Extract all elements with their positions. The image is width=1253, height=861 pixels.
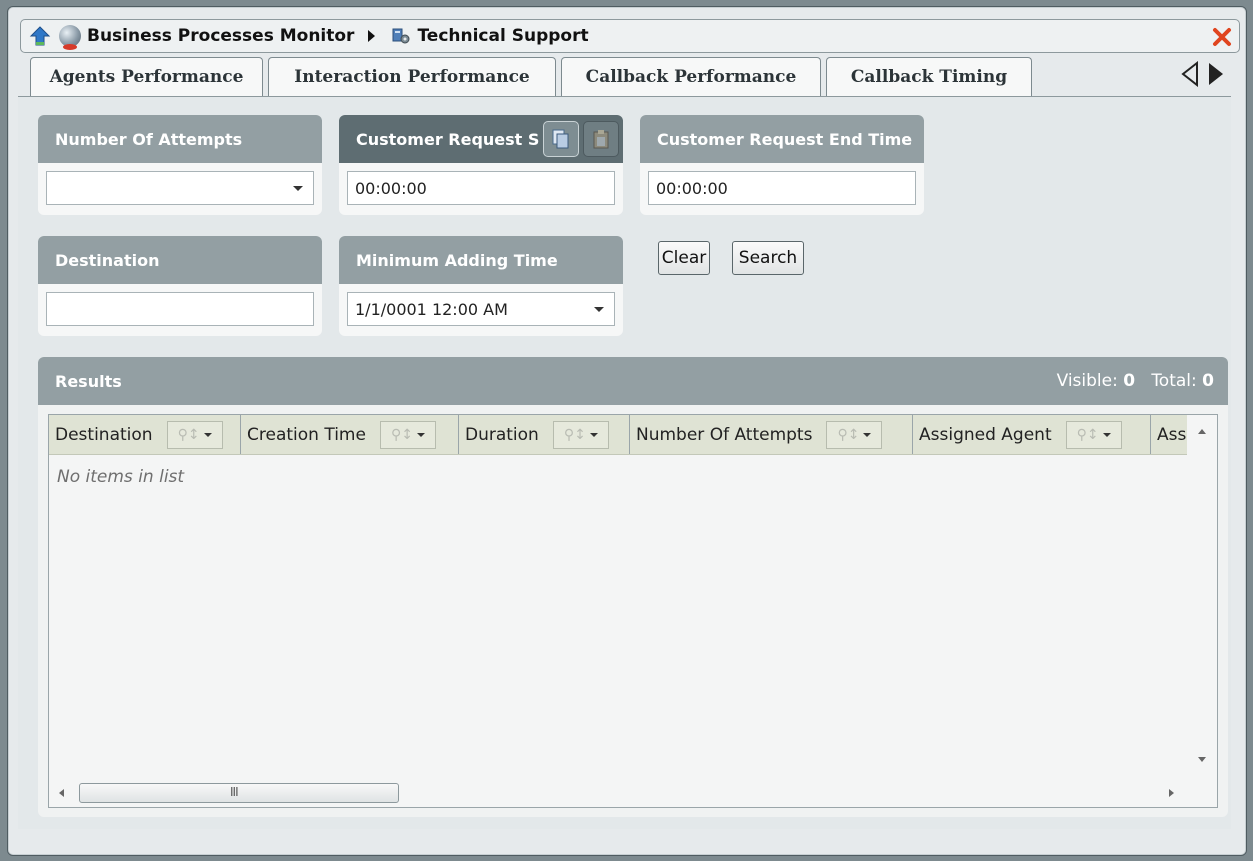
technical-support-icon: [391, 26, 411, 46]
minimum-adding-time-picker[interactable]: 1/1/0001 12:00 AM: [347, 292, 615, 326]
customer-request-start-input[interactable]: [347, 171, 615, 205]
filter-number-of-attempts: Number Of Attempts: [38, 115, 322, 215]
breadcrumb-current: Technical Support: [417, 26, 589, 46]
search-button[interactable]: Search: [732, 241, 804, 275]
total-count: 0: [1202, 371, 1214, 391]
close-icon[interactable]: [1211, 26, 1233, 48]
column-label: Creation Time: [247, 425, 366, 445]
results-header: Results Visible: 0 Total: 0: [38, 357, 1228, 405]
tab-callback-performance[interactable]: Callback Performance: [561, 57, 821, 96]
filter-label: Destination: [38, 236, 322, 284]
filter-label-header: Customer Request S: [339, 115, 623, 163]
filter-label: Customer Request S: [356, 129, 540, 149]
column-label: Number Of Attempts: [636, 425, 813, 445]
column-label: Duration: [465, 425, 539, 445]
column-number-of-attempts[interactable]: Number Of Attempts ⚲↕: [630, 415, 913, 454]
visible-count: 0: [1123, 371, 1136, 391]
destination-input[interactable]: [46, 292, 314, 326]
column-destination[interactable]: Destination ⚲↕: [49, 415, 241, 454]
breadcrumb-separator-icon: [368, 30, 376, 42]
column-duration[interactable]: Duration ⚲↕: [459, 415, 630, 454]
tab-content: Number Of Attempts Customer Request S 00…: [18, 96, 1231, 829]
vertical-scrollbar[interactable]: [1187, 415, 1217, 780]
filter-sort-icon[interactable]: ⚲↕: [1065, 421, 1122, 449]
results-grid: Destination ⚲↕ Creation Time ⚲↕ Duration…: [48, 414, 1218, 808]
results-panel: Results Visible: 0 Total: 0 Destination …: [38, 357, 1228, 817]
filter-sort-icon[interactable]: ⚲↕: [826, 421, 883, 449]
scroll-left-icon[interactable]: [59, 789, 64, 797]
column-label: Assigned Agent: [919, 425, 1052, 445]
filter-minimum-adding-time: Minimum Adding Time 1/1/0001 12:00 AM: [339, 236, 623, 336]
tab-callback-timing[interactable]: Callback Timing: [826, 57, 1032, 96]
results-counts: Visible: 0 Total: 0: [1057, 371, 1214, 391]
paste-icon[interactable]: [583, 121, 619, 157]
scroll-up-icon[interactable]: [1198, 429, 1206, 434]
scroll-thumb[interactable]: III: [79, 783, 399, 803]
filter-label: Customer Request End Time: [640, 115, 924, 163]
chevron-down-icon[interactable]: [293, 186, 303, 191]
number-of-attempts-dropdown[interactable]: [46, 171, 314, 205]
column-assigned-agent[interactable]: Assigned Agent ⚲↕: [913, 415, 1151, 454]
column-ass[interactable]: Ass: [1151, 415, 1187, 454]
filter-sort-icon[interactable]: ⚲↕: [552, 421, 609, 449]
home-up-icon[interactable]: [27, 24, 53, 48]
app-window: Business Processes Monitor Technical Sup…: [7, 6, 1247, 856]
business-process-icon: [59, 25, 81, 50]
results-title: Results: [55, 371, 122, 391]
filter-label: Number Of Attempts: [38, 115, 322, 163]
tab-scroll-left-icon[interactable]: [1180, 61, 1200, 87]
title-bar: Business Processes Monitor Technical Sup…: [20, 19, 1240, 53]
scroll-down-icon[interactable]: [1198, 757, 1206, 762]
clipboard-tools: [543, 121, 619, 157]
tab-interaction-performance[interactable]: Interaction Performance: [268, 57, 556, 96]
empty-list-message: No items in list: [57, 467, 185, 487]
filter-customer-request-end: Customer Request End Time: [640, 115, 924, 215]
tab-scroll-arrows: [1180, 59, 1230, 89]
tab-scroll-right-icon[interactable]: [1206, 61, 1226, 87]
total-label: Total:: [1151, 371, 1197, 391]
filter-sort-icon[interactable]: ⚲↕: [379, 421, 436, 449]
tab-strip: Agents Performance Interaction Performan…: [30, 57, 1037, 96]
tab-agents-performance[interactable]: Agents Performance: [30, 57, 263, 96]
filter-destination: Destination: [38, 236, 322, 336]
scroll-grip: III: [230, 785, 239, 799]
grid-header: Destination ⚲↕ Creation Time ⚲↕ Duration…: [49, 415, 1187, 455]
date-value: 1/1/0001 12:00 AM: [355, 299, 508, 319]
column-label: Ass: [1157, 425, 1187, 445]
copy-icon[interactable]: [543, 121, 579, 157]
clear-button[interactable]: Clear: [658, 241, 710, 275]
breadcrumb-root[interactable]: Business Processes Monitor: [87, 26, 354, 46]
filter-customer-request-start: Customer Request S: [339, 115, 623, 215]
visible-label: Visible:: [1056, 371, 1118, 391]
chevron-down-icon[interactable]: [594, 307, 604, 312]
column-creation-time[interactable]: Creation Time ⚲↕: [241, 415, 459, 454]
horizontal-scrollbar[interactable]: III: [49, 779, 1187, 807]
filter-label: Minimum Adding Time: [339, 236, 623, 284]
scroll-right-icon[interactable]: [1169, 789, 1174, 797]
filter-sort-icon[interactable]: ⚲↕: [166, 421, 223, 449]
column-label: Destination: [55, 425, 153, 445]
customer-request-end-input[interactable]: [648, 171, 916, 205]
